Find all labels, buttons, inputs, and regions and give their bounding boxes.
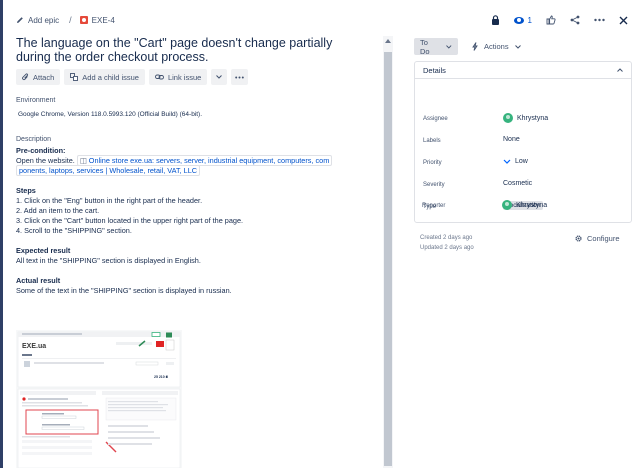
lightning-icon: [472, 42, 478, 51]
severity-text: Cosmetic: [503, 180, 533, 187]
precondition-heading: Pre-condition:: [16, 146, 66, 155]
created-timestamp: Created 2 days ago: [420, 235, 473, 241]
scroll-up-arrow-icon[interactable]: [385, 39, 391, 43]
step-3: 3. Click on the "Cart" button located in…: [16, 216, 244, 225]
step-1: 1. Click on the "Eng" button in the righ…: [16, 196, 203, 205]
details-header[interactable]: Details: [415, 62, 631, 79]
pencil-icon: [17, 17, 23, 23]
eye-icon: [513, 16, 524, 24]
status-label: To Do: [420, 37, 430, 56]
breadcrumb-separator: /: [69, 15, 72, 25]
issue-sidebar: To Do Actions Details Assignee Khrystyna…: [414, 38, 632, 223]
avatar: [502, 200, 512, 210]
description-label: Description: [16, 136, 52, 143]
issue-header-bar: Add epic / EXE-4 1: [16, 10, 628, 30]
labels-value[interactable]: None: [503, 136, 520, 143]
priority-low-icon: [503, 159, 511, 164]
lock-icon[interactable]: [491, 15, 500, 25]
actions-dropdown[interactable]: Actions: [466, 38, 527, 55]
issue-title[interactable]: The language on the "Cart" page doesn't …: [16, 36, 368, 64]
add-epic-label: Add epic: [28, 15, 60, 25]
left-edge-strip: [0, 0, 3, 468]
child-issue-icon: [70, 73, 79, 81]
main-scrollbar[interactable]: [383, 36, 393, 468]
bug-icon: [79, 16, 88, 24]
link-issue-dropdown[interactable]: [211, 69, 228, 85]
steps-heading: Steps: [16, 186, 36, 195]
details-title: Details: [423, 65, 446, 75]
thumbs-up-icon[interactable]: [546, 15, 556, 25]
chevron-down-icon: [216, 75, 223, 79]
smart-link-text-1: Online store exe.ua: servers, server, in…: [88, 156, 330, 165]
more-icon[interactable]: [594, 18, 605, 22]
more-actions-button[interactable]: [231, 69, 249, 85]
link-icon: [155, 74, 164, 80]
add-epic-link[interactable]: Add epic: [16, 16, 59, 25]
exe-logo-text: EXE.ua: [22, 343, 46, 350]
actual-text: Some of the text in the "SHIPPING" secti…: [16, 286, 232, 295]
reporter-label: Reporter: [422, 203, 446, 209]
actions-label: Actions: [484, 42, 509, 51]
attach-button[interactable]: Attach: [16, 69, 61, 85]
more-icon: [235, 76, 245, 78]
chevron-up-icon: [617, 68, 623, 72]
link-issue-label: Link issue: [167, 72, 202, 82]
severity-value[interactable]: Cosmetic: [503, 180, 532, 187]
issue-main-column: The language on the "Cart" page doesn't …: [16, 36, 368, 468]
labels-label: Labels: [423, 138, 441, 144]
attachment-price: 25 210 ₴: [154, 375, 169, 379]
issue-key: EXE-4: [91, 15, 115, 25]
configure-button[interactable]: Configure: [574, 234, 620, 243]
watch-button[interactable]: 1: [513, 15, 532, 25]
close-icon[interactable]: [619, 16, 628, 25]
updated-timestamp: Updated 2 days ago: [420, 245, 474, 251]
expected-heading: Expected result: [16, 246, 71, 255]
description-body[interactable]: Pre-condition: Open the website. ◫ Onlin…: [16, 146, 368, 296]
actual-heading: Actual result: [16, 276, 61, 285]
attach-label: Attach: [33, 72, 55, 82]
avatar: [503, 113, 513, 123]
environment-label: Environment: [16, 97, 56, 104]
priority-value[interactable]: Low: [503, 158, 528, 165]
globe-icon: ◫: [79, 156, 89, 165]
share-icon[interactable]: [570, 15, 580, 25]
reporter-name: Khrystyna: [516, 201, 548, 209]
expected-text: All text in the "SHIPPING" section is di…: [16, 256, 201, 265]
reporter-value[interactable]: Khrystyna: [502, 200, 547, 210]
details-panel: Details Assignee Khrystyna Labels None P…: [414, 61, 632, 223]
issue-toolbar: Attach Add a child issue Link issue: [16, 69, 368, 85]
attachment-screenshot[interactable]: EXE.ua 25 210 ₴: [16, 330, 182, 468]
step-2: 2. Add an item to the cart.: [16, 206, 100, 215]
attachment-screenshot-image: EXE.ua 25 210 ₴: [16, 330, 182, 468]
status-dropdown[interactable]: To Do: [414, 37, 458, 56]
assignee-name: Khrystyna: [517, 114, 549, 122]
environment-value[interactable]: Google Chrome, Version 118.0.5993.120 (O…: [18, 111, 368, 118]
severity-label: Severity: [423, 182, 445, 188]
smart-link-text-2: ponents, laptops, services | Wholesale, …: [19, 166, 198, 175]
watchers-count: 1: [527, 15, 532, 25]
add-child-issue-button[interactable]: Add a child issue: [64, 69, 145, 85]
priority-text: Low: [515, 158, 528, 165]
configure-label: Configure: [587, 234, 620, 243]
chevron-down-icon: [446, 44, 452, 49]
labels-text: None: [503, 136, 520, 143]
precondition-text: Open the website.: [16, 156, 75, 165]
scroll-thumb[interactable]: [384, 52, 392, 466]
assignee-label: Assignee: [423, 116, 448, 122]
step-4: 4. Scroll to the "SHIPPING" section.: [16, 226, 132, 235]
smart-link-cont[interactable]: ponents, laptops, services | Wholesale, …: [16, 165, 201, 176]
chevron-down-icon: [514, 44, 521, 49]
issue-key-link[interactable]: EXE-4: [79, 15, 115, 25]
priority-label: Priority: [423, 160, 442, 166]
gear-icon: [575, 235, 582, 242]
add-child-label: Add a child issue: [82, 72, 139, 82]
assignee-value[interactable]: Khrystyna: [503, 113, 548, 123]
link-issue-button[interactable]: Link issue: [148, 69, 208, 85]
paperclip-icon: [22, 73, 29, 81]
